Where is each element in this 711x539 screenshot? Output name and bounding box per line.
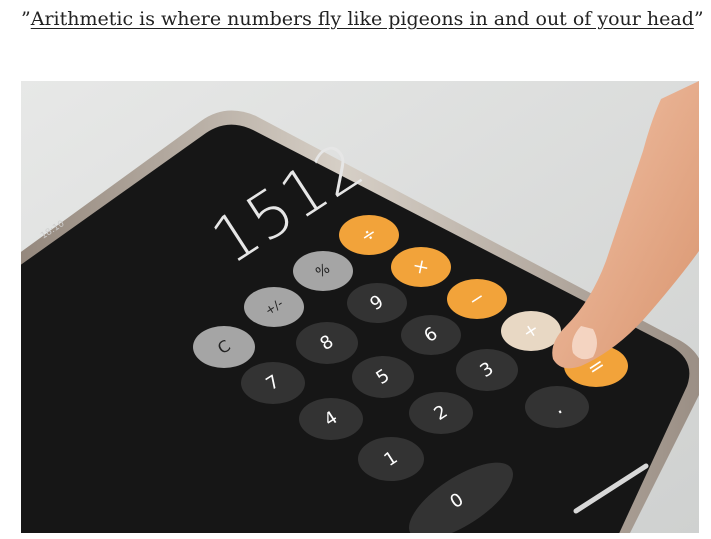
- key-1: 1: [358, 437, 424, 481]
- key-8: 8: [296, 322, 358, 364]
- key-3: 3: [456, 349, 518, 391]
- key-2: 2: [409, 392, 473, 434]
- key-plus: +: [501, 311, 561, 351]
- key-multiply: ×: [391, 247, 451, 287]
- key-decimal: .: [525, 386, 589, 428]
- key-9: 9: [347, 283, 407, 323]
- calculator-photo: 18:10 1512 ÷ × − + = % +/- C 9 6 3 . 8 5…: [21, 81, 699, 533]
- key-sign: +/-: [244, 287, 304, 327]
- key-minus: −: [447, 279, 507, 319]
- quote-paragraph: ”Arithmetic is where numbers fly like pi…: [21, 8, 704, 30]
- key-6: 6: [401, 315, 461, 355]
- key-divide: ÷: [339, 215, 399, 255]
- quote-close-mark: ”: [693, 8, 704, 30]
- key-percent: %: [293, 251, 353, 291]
- photo-illustration: 18:10 1512 ÷ × − + = % +/- C 9 6 3 . 8 5…: [21, 81, 699, 533]
- key-4: 4: [299, 398, 363, 440]
- key-5: 5: [352, 356, 414, 398]
- key-7: 7: [241, 362, 305, 404]
- key-clear: C: [193, 326, 255, 368]
- quote-link[interactable]: Arithmetic is where numbers fly like pig…: [31, 8, 694, 30]
- quote-open-mark: ”: [21, 8, 31, 30]
